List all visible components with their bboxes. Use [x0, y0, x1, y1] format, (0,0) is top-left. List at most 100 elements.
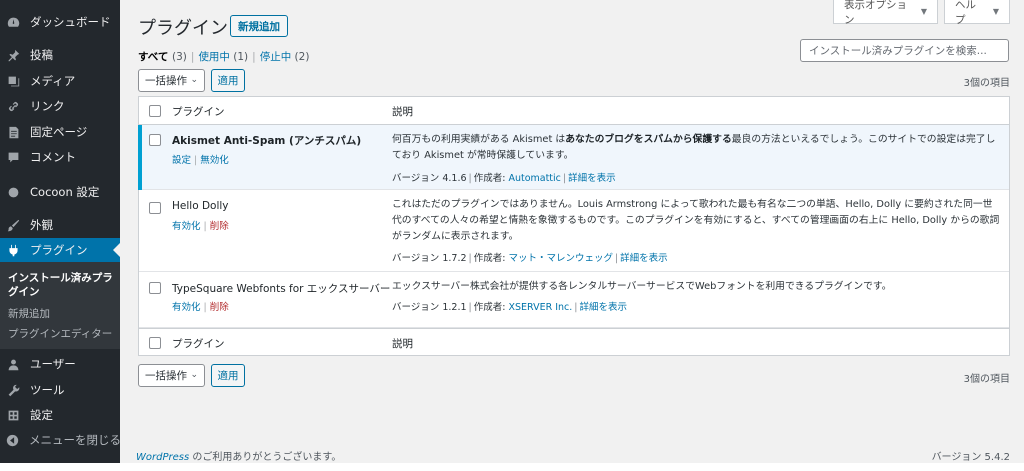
apply-button-bottom[interactable]: 適用: [211, 364, 245, 387]
author-label: 作成者:: [473, 302, 506, 313]
deactivate-link[interactable]: 無効化: [200, 155, 229, 166]
sidebar-item-label: メディア: [30, 74, 76, 88]
column-description: 説明: [392, 106, 413, 118]
sidebar-item-label: 固定ページ: [30, 125, 88, 139]
sidebar-item-pages[interactable]: 固定ページ: [0, 120, 120, 144]
plugin-description: エックスサーバー株式会社が提供する各レンタルサーバーサービスでWebフォントを利…: [392, 281, 892, 292]
plugin-name: Akismet Anti-Spam (アンチスパム): [172, 135, 362, 147]
row-actions: 設定 | 無効化: [172, 155, 229, 166]
filter-inactive-count: (2): [294, 51, 310, 63]
activate-link[interactable]: 有効化: [172, 221, 201, 232]
plugin-version: バージョン 1.7.2: [392, 253, 467, 264]
desc-text: 何百万もの利用実績がある Akismet は: [392, 134, 566, 145]
page-icon: [6, 125, 20, 139]
plugins-table: プラグイン 説明 Akismet Anti-Spam (アンチスパム) 設定 | 無…: [138, 96, 1010, 356]
sidebar-item-plugins[interactable]: プラグイン: [0, 238, 120, 262]
sidebar-item-posts[interactable]: 投稿: [0, 43, 120, 67]
sidebar-item-links[interactable]: リンク: [0, 94, 120, 118]
submenu-installed-line2: グイン: [8, 286, 40, 298]
plugin-meta: バージョン 1.7.2 | 作成者: マット・マレンウェッグ | 詳細を表示: [392, 253, 668, 264]
sidebar-item-cocoon[interactable]: Cocoon 設定: [0, 180, 120, 204]
page-title: プラグイン: [138, 18, 228, 39]
submenu-installed-line1: インストール済みプラ: [8, 272, 113, 284]
filter-all[interactable]: すべて (3): [138, 51, 187, 63]
author-link[interactable]: マット・マレンウェッグ: [508, 253, 613, 264]
plugin-version: バージョン 1.2.1: [392, 302, 467, 313]
row-checkbox[interactable]: [149, 202, 161, 214]
table-row: Akismet Anti-Spam (アンチスパム) 設定 | 無効化 何百万もの利…: [138, 125, 1009, 190]
activate-link[interactable]: 有効化: [172, 302, 201, 313]
filter-separator: |: [190, 51, 195, 63]
submenu-installed-plugins[interactable]: インストール済みプラ グイン: [8, 271, 118, 299]
author-label: 作成者:: [473, 173, 506, 184]
column-plugin: プラグイン: [172, 338, 225, 350]
submenu-plugin-editor[interactable]: プラグインエディター: [8, 327, 118, 341]
footer-thanks-text: のご利用ありがとうございます。: [189, 452, 342, 463]
help-button[interactable]: ヘルプ ▼: [944, 0, 1010, 26]
author-link[interactable]: XSERVER Inc.: [508, 302, 572, 313]
author-link[interactable]: Automattic: [508, 173, 560, 184]
collapse-menu-button[interactable]: メニューを閉じる: [0, 428, 121, 452]
select-all-checkbox[interactable]: [149, 105, 161, 117]
filter-active[interactable]: 使用中 (1): [198, 51, 248, 63]
chevron-down-icon: ⌄: [190, 370, 198, 380]
collapse-icon: [6, 433, 19, 447]
view-details-link[interactable]: 詳細を表示: [568, 173, 616, 184]
sidebar-item-label: メニューを閉じる: [29, 433, 121, 447]
apply-button[interactable]: 適用: [211, 69, 245, 92]
select-all-checkbox[interactable]: [149, 337, 161, 349]
row-checkbox[interactable]: [149, 134, 161, 146]
plugin-meta: バージョン 4.1.6 | 作成者: Automattic | 詳細を表示: [392, 173, 616, 184]
sidebar-item-label: Cocoon 設定: [30, 185, 100, 199]
screen-options-button[interactable]: 表示オプション ▼: [833, 0, 938, 26]
column-plugin: プラグイン: [172, 106, 225, 118]
bulk-action-select-bottom[interactable]: 一括操作 ⌄: [138, 364, 205, 387]
delete-link[interactable]: 削除: [210, 302, 229, 313]
admin-sidebar: ダッシュボード 投稿 メディア リンク 固定ページ コメント Cocoon 設定…: [0, 0, 121, 471]
sidebar-item-appearance[interactable]: 外観: [0, 213, 120, 237]
sidebar-item-label: プラグイン: [30, 243, 88, 257]
table-row: Hello Dolly 有効化 | 削除 これはただのプラグインではありません。Lo…: [139, 190, 1009, 272]
plugin-search-input[interactable]: [800, 39, 1009, 62]
caret-down-icon: ▼: [920, 7, 927, 16]
bottom-strip: [0, 463, 1024, 471]
filter-all-label: すべて: [138, 51, 169, 63]
link-icon: [6, 99, 20, 113]
sidebar-item-media[interactable]: メディア: [0, 69, 120, 93]
sidebar-item-label: 設定: [30, 408, 53, 422]
user-icon: [6, 357, 20, 371]
pin-icon: [6, 48, 20, 62]
settings-link[interactable]: 設定: [172, 155, 191, 166]
filter-inactive[interactable]: 停止中 (2): [260, 51, 310, 63]
item-count: 3個の項目: [963, 78, 1010, 89]
add-new-plugin-button[interactable]: 新規追加: [230, 15, 288, 37]
filter-all-count: (3): [172, 51, 187, 63]
settings-icon: [6, 408, 20, 422]
table-row: TypeSquare Webfonts for エックスサーバー 有効化 | 削除 …: [139, 272, 1009, 328]
row-checkbox[interactable]: [149, 282, 161, 294]
sidebar-item-tools[interactable]: ツール: [0, 378, 120, 402]
sidebar-item-users[interactable]: ユーザー: [0, 352, 120, 376]
screen-options-label: 表示オプション: [844, 0, 907, 26]
bulk-action-select[interactable]: 一括操作 ⌄: [138, 69, 205, 92]
delete-link[interactable]: 削除: [210, 221, 229, 232]
sidebar-item-label: リンク: [30, 99, 65, 113]
sidebar-item-label: 投稿: [30, 48, 53, 62]
plugin-name: TypeSquare Webfonts for エックスサーバー: [172, 283, 391, 295]
sidebar-item-label: 外観: [30, 218, 53, 232]
plugin-icon: [6, 243, 20, 257]
view-details-link[interactable]: 詳細を表示: [579, 302, 627, 313]
sidebar-item-settings[interactable]: 設定: [0, 403, 120, 427]
sidebar-item-dashboard[interactable]: ダッシュボード: [0, 10, 120, 34]
wordpress-link[interactable]: WordPress: [136, 452, 189, 463]
plugin-description: 何百万もの利用実績がある Akismet はあなたのブログをスパムから保護する最…: [392, 132, 1002, 164]
footer-version: バージョン 5.4.2: [931, 452, 1010, 463]
wrench-icon: [6, 383, 20, 397]
submenu-add-new[interactable]: 新規追加: [8, 307, 118, 321]
sidebar-item-comments[interactable]: コメント: [0, 145, 120, 169]
media-icon: [6, 74, 20, 88]
sidebar-item-label: ダッシュボード: [30, 15, 111, 29]
brush-icon: [6, 218, 20, 232]
view-details-link[interactable]: 詳細を表示: [620, 253, 668, 264]
column-description: 説明: [392, 338, 413, 350]
